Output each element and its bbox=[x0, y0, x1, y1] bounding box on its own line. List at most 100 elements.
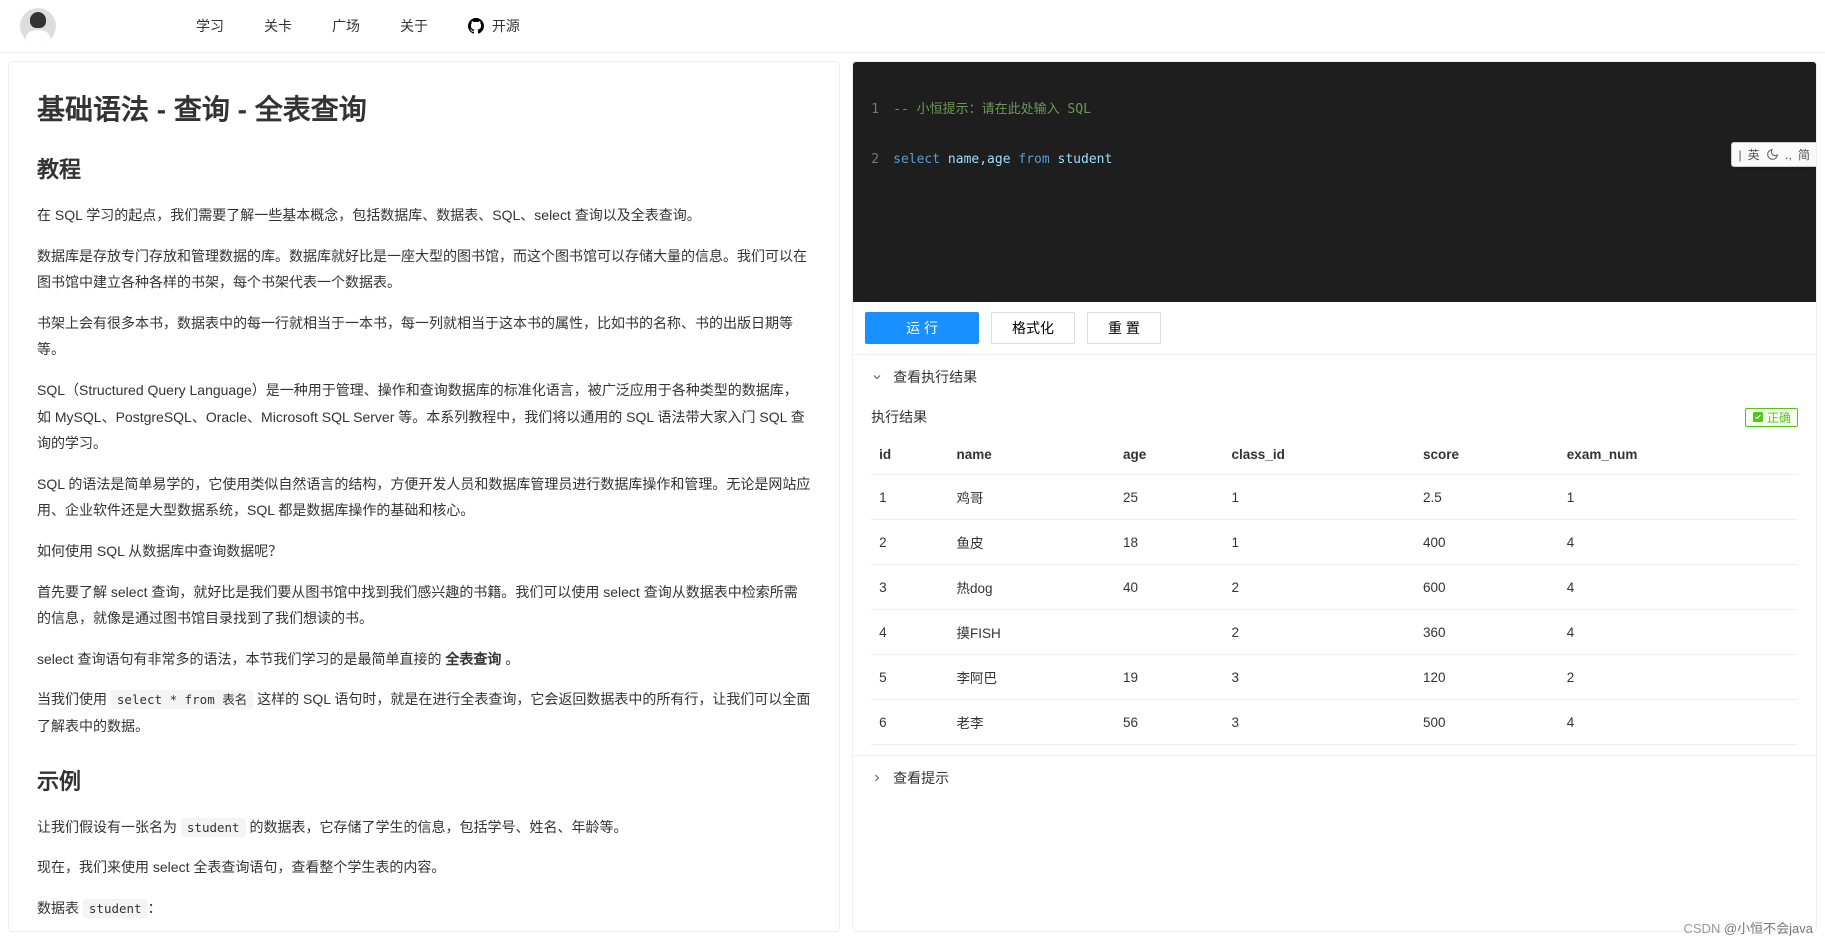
table-cell: 1 bbox=[1224, 520, 1415, 565]
table-cell: 1 bbox=[871, 475, 948, 520]
table-cell: 360 bbox=[1415, 610, 1559, 655]
table-cell: 600 bbox=[1415, 565, 1559, 610]
table-cell: 4 bbox=[1559, 520, 1798, 565]
table-header: exam_num bbox=[1559, 435, 1798, 475]
paragraph: 当我们使用 select * from 表名 这样的 SQL 语句时，就是在进行… bbox=[37, 686, 811, 739]
table-cell: 4 bbox=[1559, 565, 1798, 610]
table-cell: 6 bbox=[871, 700, 948, 745]
editor-actions: 运 行 格式化 重 置 bbox=[853, 302, 1816, 354]
check-icon bbox=[1752, 411, 1764, 423]
line-number: 2 bbox=[853, 150, 893, 170]
chevron-right-icon bbox=[871, 772, 883, 784]
table-cell: 摸FISH bbox=[949, 610, 1116, 655]
table-row: 1鸡哥2512.51 bbox=[871, 475, 1798, 520]
nav-github[interactable]: 开源 bbox=[448, 16, 540, 36]
code-snippet: student bbox=[83, 899, 148, 918]
table-cell bbox=[1115, 610, 1224, 655]
editor-comment: -- 小恒提示：请在此处输入 SQL bbox=[893, 100, 1091, 120]
result-title: 执行结果 bbox=[871, 407, 927, 427]
table-cell: 3 bbox=[1224, 655, 1415, 700]
avatar[interactable] bbox=[20, 8, 56, 44]
nav-square[interactable]: 广场 bbox=[312, 16, 380, 36]
ime-indicator[interactable]: | 英 ․, 简 bbox=[1731, 142, 1816, 167]
reset-button[interactable]: 重 置 bbox=[1087, 312, 1161, 344]
table-cell: 400 bbox=[1415, 520, 1559, 565]
table-header: class_id bbox=[1224, 435, 1415, 475]
chevron-down-icon bbox=[871, 371, 883, 383]
paragraph: 现在，我们来使用 select 全表查询语句，查看整个学生表的内容。 bbox=[37, 854, 811, 881]
table-cell: 4 bbox=[1559, 610, 1798, 655]
table-cell: 3 bbox=[871, 565, 948, 610]
paragraph: 如何使用 SQL 从数据库中查询数据呢？ bbox=[37, 538, 811, 565]
table-cell: 500 bbox=[1415, 700, 1559, 745]
github-icon bbox=[468, 18, 484, 34]
code-snippet: select * from 表名 bbox=[111, 690, 253, 709]
table-cell: 1 bbox=[1224, 475, 1415, 520]
paragraph: 数据表 student： bbox=[37, 895, 811, 922]
table-cell: 4 bbox=[1559, 700, 1798, 745]
table-cell: 鸡哥 bbox=[949, 475, 1116, 520]
table-cell: 120 bbox=[1415, 655, 1559, 700]
sql-editor[interactable]: 1-- 小恒提示：请在此处输入 SQL 2select name,age fro… bbox=[853, 62, 1816, 302]
table-cell: 4 bbox=[871, 610, 948, 655]
table-cell: 3 bbox=[1224, 700, 1415, 745]
table-row: 2鱼皮1814004 bbox=[871, 520, 1798, 565]
table-cell: 40 bbox=[1115, 565, 1224, 610]
table-cell: 热dog bbox=[949, 565, 1116, 610]
table-row: 6老李5635004 bbox=[871, 700, 1798, 745]
header: 学习 关卡 广场 关于 开源 bbox=[0, 0, 1825, 53]
table-cell: 56 bbox=[1115, 700, 1224, 745]
run-button[interactable]: 运 行 bbox=[865, 312, 979, 344]
moon-icon bbox=[1766, 148, 1779, 161]
paragraph: 首先要了解 select 查询，就好比是我们要从图书馆中找到我们感兴趣的书籍。我… bbox=[37, 579, 811, 632]
section-example: 示例 bbox=[37, 764, 811, 796]
paragraph: 数据库是存放专门存放和管理数据的库。数据库就好比是一座大型的图书馆，而这个图书馆… bbox=[37, 243, 811, 296]
page-title: 基础语法 - 查询 - 全表查询 bbox=[37, 88, 811, 128]
table-cell: 老李 bbox=[949, 700, 1116, 745]
nav-about[interactable]: 关于 bbox=[380, 16, 448, 36]
table-header: name bbox=[949, 435, 1116, 475]
paragraph: select 查询语句有非常多的语法，本节我们学习的是最简单直接的 全表查询 。 bbox=[37, 646, 811, 673]
main: 基础语法 - 查询 - 全表查询 教程 在 SQL 学习的起点，我们需要了解一些… bbox=[0, 53, 1825, 940]
result-table: idnameageclass_idscoreexam_num 1鸡哥2512.5… bbox=[871, 435, 1798, 745]
nav-learn[interactable]: 学习 bbox=[176, 16, 244, 36]
paragraph: 让我们假设有一张名为 student 的数据表，它存储了学生的信息，包括学号、姓… bbox=[37, 814, 811, 841]
section-tutorial: 教程 bbox=[37, 152, 811, 184]
paragraph: SQL 的语法是简单易学的，它使用类似自然语言的结构，方便开发人员和数据库管理员… bbox=[37, 471, 811, 524]
table-header: age bbox=[1115, 435, 1224, 475]
result-panel: 查看执行结果 执行结果 正确 idnameageclass_idscoreexa… bbox=[853, 354, 1816, 755]
table-cell: 李阿巴 bbox=[949, 655, 1116, 700]
paragraph: 在 SQL 学习的起点，我们需要了解一些基本概念，包括数据库、数据表、SQL、s… bbox=[37, 202, 811, 229]
table-cell: 2 bbox=[1559, 655, 1798, 700]
hint-panel: 查看提示 bbox=[853, 755, 1816, 800]
table-cell: 2 bbox=[1224, 565, 1415, 610]
table-cell: 5 bbox=[871, 655, 948, 700]
result-toggle[interactable]: 查看执行结果 bbox=[853, 355, 1816, 399]
paragraph: SQL（Structured Query Language）是一种用于管理、操作… bbox=[37, 377, 811, 457]
nav-levels[interactable]: 关卡 bbox=[244, 16, 312, 36]
table-cell: 鱼皮 bbox=[949, 520, 1116, 565]
result-body: 执行结果 正确 idnameageclass_idscoreexam_num 1… bbox=[853, 399, 1816, 755]
line-number: 1 bbox=[853, 100, 893, 120]
nav-github-label: 开源 bbox=[492, 18, 520, 34]
hint-toggle[interactable]: 查看提示 bbox=[853, 756, 1816, 800]
table-cell: 2 bbox=[1224, 610, 1415, 655]
format-button[interactable]: 格式化 bbox=[991, 312, 1075, 344]
table-header: score bbox=[1415, 435, 1559, 475]
table-cell: 25 bbox=[1115, 475, 1224, 520]
table-cell: 18 bbox=[1115, 520, 1224, 565]
table-cell: 1 bbox=[1559, 475, 1798, 520]
table-row: 4摸FISH23604 bbox=[871, 610, 1798, 655]
table-row: 5李阿巴1931202 bbox=[871, 655, 1798, 700]
table-cell: 19 bbox=[1115, 655, 1224, 700]
paragraph: 书架上会有很多本书，数据表中的每一行就相当于一本书，每一列就相当于这本书的属性，… bbox=[37, 310, 811, 363]
table-header: id bbox=[871, 435, 948, 475]
tutorial-pane: 基础语法 - 查询 - 全表查询 教程 在 SQL 学习的起点，我们需要了解一些… bbox=[8, 61, 840, 932]
status-badge: 正确 bbox=[1745, 408, 1798, 427]
code-pane: 1-- 小恒提示：请在此处输入 SQL 2select name,age fro… bbox=[852, 61, 1817, 932]
table-cell: 2.5 bbox=[1415, 475, 1559, 520]
table-row: 3热dog4026004 bbox=[871, 565, 1798, 610]
top-nav: 学习 关卡 广场 关于 开源 bbox=[176, 16, 540, 36]
code-snippet: student bbox=[181, 818, 246, 837]
table-cell: 2 bbox=[871, 520, 948, 565]
